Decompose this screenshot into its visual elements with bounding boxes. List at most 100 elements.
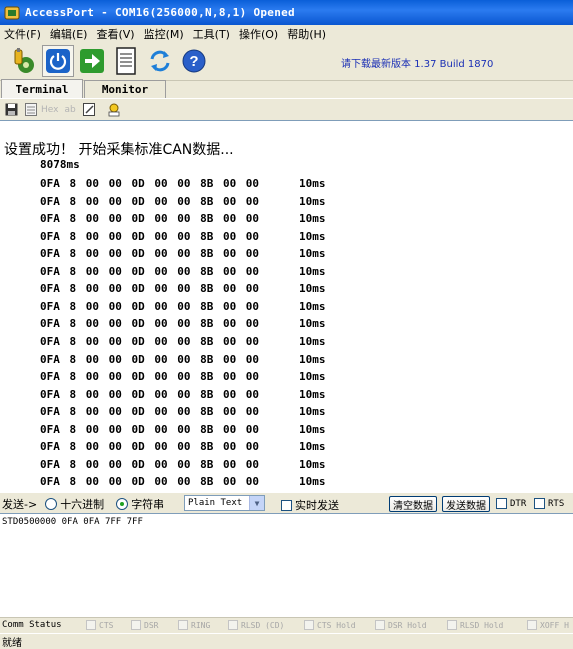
- hex-toggle-button[interactable]: Hex: [25, 102, 58, 118]
- radio-string[interactable]: 字符串: [116, 496, 164, 512]
- radio-hex-indicator: [45, 498, 58, 510]
- can-frame-row: 0FA 8 00 00 0D 00 00 8B 00 00 10ms: [40, 212, 340, 229]
- clear-terminal-button[interactable]: [106, 102, 122, 118]
- dtr-box: [496, 498, 507, 509]
- signal-dsr: DSR: [131, 620, 158, 630]
- can-frame-data: 0FA 8 00 00 0D 00 00 8B 00 00: [40, 299, 260, 313]
- ab-toggle-button[interactable]: ab: [64, 105, 75, 115]
- can-frame-data: 0FA 8 00 00 0D 00 00 8B 00 00: [40, 457, 260, 471]
- can-frame-data: 0FA 8 00 00 0D 00 00 8B 00 00: [40, 352, 260, 366]
- can-frame-interval: 10ms: [299, 299, 326, 313]
- format-select[interactable]: Plain Text ▼: [184, 495, 265, 511]
- can-frame-row: 0FA 8 00 00 0D 00 00 8B 00 00 10ms: [40, 300, 340, 317]
- can-frame-data: 0FA 8 00 00 0D 00 00 8B 00 00: [40, 317, 260, 331]
- signal-xoff-hold-label: XOFF H: [540, 620, 569, 630]
- signal-rlsd-hold-box: [447, 620, 457, 630]
- signal-ring: RING: [178, 620, 210, 630]
- window-title: AccessPort - COM16(256000,N,8,1) Opened: [25, 6, 295, 19]
- rts-box: [534, 498, 545, 509]
- menu-file[interactable]: 文件(F): [0, 26, 46, 42]
- can-frame-interval: 10ms: [299, 352, 326, 366]
- tab-terminal[interactable]: Terminal: [1, 79, 83, 98]
- dtr-label: DTR: [510, 498, 527, 509]
- radio-string-label: 字符串: [131, 498, 165, 511]
- realtime-send-checkbox[interactable]: 实时发送: [281, 497, 339, 513]
- terminal-output[interactable]: 设置成功！ 开始采集标准CAN数据... 8078ms 0FA 8 00 00 …: [0, 120, 573, 493]
- update-notice-link[interactable]: 请下载最新版本 1.37 Build 1870: [341, 55, 493, 70]
- menu-help[interactable]: 帮助(H): [283, 26, 331, 42]
- can-frame-interval: 10ms: [299, 457, 326, 471]
- can-frame-interval: 10ms: [299, 334, 326, 348]
- floppy-disk-icon: [5, 103, 17, 116]
- save-button[interactable]: [3, 102, 19, 118]
- signal-cts-label: CTS: [99, 620, 114, 630]
- radio-string-indicator: [116, 498, 129, 510]
- send-data-button[interactable]: 发送数据: [442, 496, 490, 512]
- can-frame-row: 0FA 8 00 00 0D 00 00 8B 00 00 10ms: [40, 458, 340, 475]
- can-frame-data: 0FA 8 00 00 0D 00 00 8B 00 00: [40, 334, 260, 348]
- can-frame-interval: 10ms: [299, 370, 326, 384]
- signal-rlsd-label: RLSD (CD): [241, 620, 285, 630]
- document-icon: [116, 47, 136, 75]
- send-input-text[interactable]: STD0500000 0FA 0FA 7FF 7FF: [2, 517, 143, 527]
- can-frame-interval: 10ms: [299, 282, 326, 296]
- can-frame-interval: 10ms: [299, 405, 326, 419]
- signal-rlsd-hold: RLSD Hold: [447, 620, 503, 630]
- clear-icon: [108, 103, 120, 116]
- menu-view[interactable]: 查看(V): [92, 26, 139, 42]
- chevron-down-icon[interactable]: ▼: [249, 496, 264, 510]
- menu-operate[interactable]: 操作(O): [235, 26, 283, 42]
- can-frame-interval: 10ms: [299, 422, 326, 436]
- rts-checkbox[interactable]: RTS: [534, 498, 564, 509]
- menu-tools[interactable]: 工具(T): [189, 26, 235, 42]
- tab-monitor[interactable]: Monitor: [84, 80, 166, 98]
- can-frame-interval: 10ms: [299, 475, 326, 489]
- can-frame-data: 0FA 8 00 00 0D 00 00 8B 00 00: [40, 177, 260, 190]
- title-bar: AccessPort - COM16(256000,N,8,1) Opened: [0, 0, 573, 25]
- can-frame-interval: 10ms: [299, 440, 326, 454]
- can-frame-data: 0FA 8 00 00 0D 00 00 8B 00 00: [40, 422, 260, 436]
- realtime-send-label: 实时发送: [295, 499, 339, 512]
- signal-dsr-label: DSR: [144, 620, 159, 630]
- terminal-toolbar: Hex ab: [0, 98, 573, 120]
- can-frame-row: 0FA 8 00 00 0D 00 00 8B 00 00 10ms: [40, 282, 340, 299]
- hex-grid-icon: [25, 103, 37, 116]
- can-frame-data: 0FA 8 00 00 0D 00 00 8B 00 00: [40, 475, 260, 489]
- can-frame-row: 0FA 8 00 00 0D 00 00 8B 00 00 10ms: [40, 423, 340, 440]
- send-arrow-button[interactable]: [76, 45, 108, 77]
- dtr-checkbox[interactable]: DTR: [496, 498, 526, 509]
- menu-edit[interactable]: 编辑(E): [46, 26, 93, 42]
- can-frame-interval: 10ms: [299, 387, 326, 401]
- send-input-area[interactable]: STD0500000 0FA 0FA 7FF 7FF: [0, 513, 573, 617]
- menu-monitor[interactable]: 监控(M): [140, 26, 189, 42]
- view-tabs: Terminal Monitor: [0, 79, 573, 98]
- can-frame-data: 0FA 8 00 00 0D 00 00 8B 00 00: [40, 282, 260, 296]
- svg-text:?: ?: [189, 53, 198, 70]
- can-frame-data: 0FA 8 00 00 0D 00 00 8B 00 00: [40, 212, 260, 226]
- help-button[interactable]: ?: [178, 45, 210, 77]
- can-frame-row: 0FA 8 00 00 0D 00 00 8B 00 00 10ms: [40, 353, 340, 370]
- can-frame-row: 0FA 8 00 00 0D 00 00 8B 00 00 10ms: [40, 370, 340, 387]
- comm-status-bar: Comm Status CTS DSR RING RLSD (CD) CTS H…: [0, 617, 573, 633]
- signal-xoff-hold-box: [527, 620, 537, 630]
- radio-hex[interactable]: 十六进制: [45, 496, 104, 512]
- realtime-send-box: [281, 499, 292, 511]
- power-button[interactable]: [42, 45, 74, 77]
- hex-label: Hex: [41, 104, 59, 115]
- can-frame-data: 0FA 8 00 00 0D 00 00 8B 00 00: [40, 194, 260, 208]
- signal-rlsd: RLSD (CD): [228, 620, 284, 630]
- refresh-button[interactable]: [144, 45, 176, 77]
- menu-bar: 文件(F) 编辑(E) 查看(V) 监控(M) 工具(T) 操作(O) 帮助(H…: [0, 25, 573, 42]
- signal-cts-hold: CTS Hold: [304, 620, 356, 630]
- can-frame-row: 0FA 8 00 00 0D 00 00 8B 00 00 10ms: [40, 195, 340, 212]
- connect-button[interactable]: [8, 45, 40, 77]
- can-frame-row: 0FA 8 00 00 0D 00 00 8B 00 00 10ms: [40, 405, 340, 422]
- signal-rlsd-box: [228, 620, 238, 630]
- send-label: 发送->: [2, 498, 38, 511]
- green-arrow-icon: [80, 49, 104, 73]
- can-frame-data: 0FA 8 00 00 0D 00 00 8B 00 00: [40, 264, 260, 278]
- document-button[interactable]: [110, 45, 142, 77]
- clear-data-button[interactable]: 清空数据: [389, 496, 437, 512]
- comm-status-label: Comm Status: [2, 620, 62, 630]
- edit-button[interactable]: [82, 102, 98, 118]
